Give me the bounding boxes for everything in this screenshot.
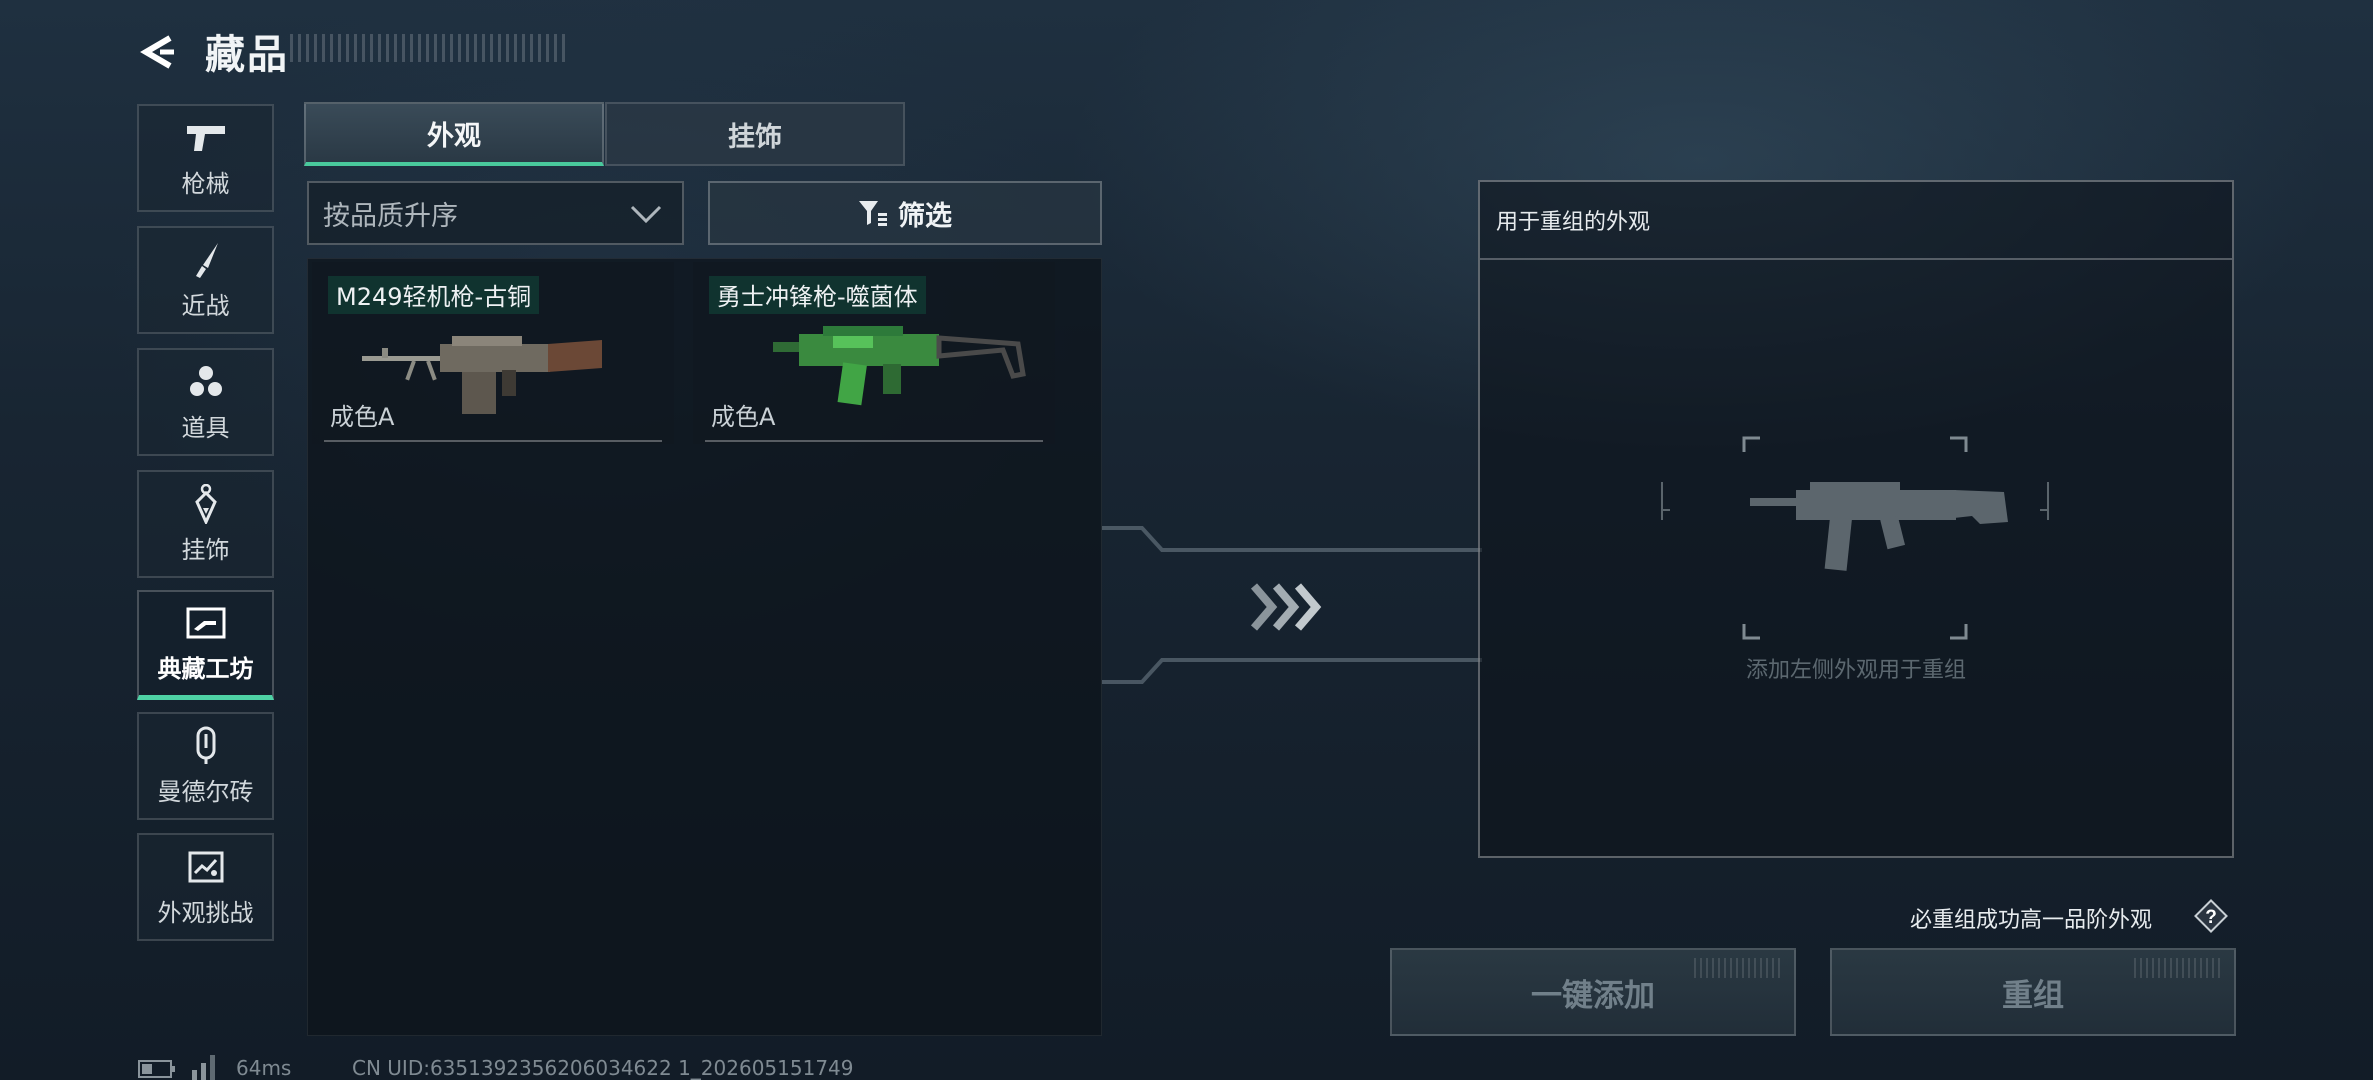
add-all-button[interactable]: 一键添加: [1390, 948, 1796, 1036]
sidebar-item-workshop[interactable]: 典藏工坊: [137, 590, 274, 700]
signal-icon: [192, 1055, 215, 1080]
sort-dropdown[interactable]: 按品质升序: [307, 181, 684, 245]
grenades-icon: [184, 362, 228, 402]
help-icon[interactable]: ?: [2194, 899, 2228, 933]
recombine-button[interactable]: 重组: [1830, 948, 2236, 1036]
brick-icon: [184, 726, 228, 766]
knife-icon: [184, 240, 228, 280]
sidebar-item-melee[interactable]: 近战: [137, 226, 274, 334]
battery-icon: [138, 1060, 175, 1078]
page-title: 藏品: [205, 32, 289, 78]
title-decoration: [290, 34, 570, 62]
rifle-placeholder-icon[interactable]: [1660, 432, 2050, 644]
sidebar-item-guns[interactable]: 枪械: [137, 104, 274, 212]
charm-icon: [184, 483, 228, 524]
sidebar-item-gear[interactable]: 道具: [137, 348, 274, 456]
card-underline: [324, 440, 662, 442]
sidebar-item-label: 典藏工坊: [157, 655, 254, 683]
filter-label: 筛选: [898, 200, 952, 232]
uid-text: CN UID:6351392356206034622 1_20260515174…: [352, 1056, 854, 1080]
guarantee-text: 必重组成功高一品阶外观: [1910, 908, 2153, 933]
filter-icon: [859, 201, 887, 226]
lmg-icon: [362, 336, 602, 414]
sidebar-item-label: 挂饰: [181, 535, 230, 564]
tab-charms[interactable]: 挂饰: [605, 102, 905, 166]
recombine-panel: 用于重组的外观 添加左侧外观用于重组: [1478, 180, 2234, 858]
chevron-down-icon: [630, 205, 662, 224]
sidebar-item-charms[interactable]: 挂饰: [137, 470, 274, 578]
pistol-icon: [184, 118, 228, 158]
card-underline: [705, 440, 1043, 442]
sidebar-item-label: 道具: [181, 413, 230, 442]
skin-grade: 成色A: [711, 403, 776, 431]
skin-grade: 成色A: [330, 403, 395, 431]
skin-item-card[interactable]: M249轻机枪-古铜 成色A: [312, 262, 674, 444]
sidebar-item-label: 枪械: [181, 169, 230, 198]
divider: [1480, 258, 2232, 260]
recombine-hint: 添加左侧外观用于重组: [1745, 658, 1966, 683]
sidebar-item-label: 近战: [181, 291, 230, 320]
help-mark: ?: [2205, 907, 2217, 928]
sort-value: 按品质升序: [323, 200, 458, 232]
ping-value: 64ms: [236, 1056, 292, 1080]
back-arrow-icon[interactable]: [136, 30, 180, 74]
skin-item-card[interactable]: 勇士冲锋枪-噬菌体 成色A: [693, 262, 1055, 444]
workshop-icon: [184, 603, 228, 643]
smg-icon: [773, 326, 1026, 406]
sidebar-item-label: 曼德尔砖: [157, 777, 254, 806]
sidebar-item-mandel-brick[interactable]: 曼德尔砖: [137, 712, 274, 820]
sidebar-item-skin-challenge[interactable]: 外观挑战: [137, 833, 274, 941]
challenge-icon: [184, 847, 228, 887]
triple-chevron-right-icon: [1250, 583, 1322, 631]
sidebar-item-label: 外观挑战: [157, 898, 254, 927]
tab-appearance[interactable]: 外观: [304, 102, 604, 166]
filter-button[interactable]: 筛选: [708, 181, 1102, 245]
recombine-title: 用于重组的外观: [1496, 210, 1651, 235]
